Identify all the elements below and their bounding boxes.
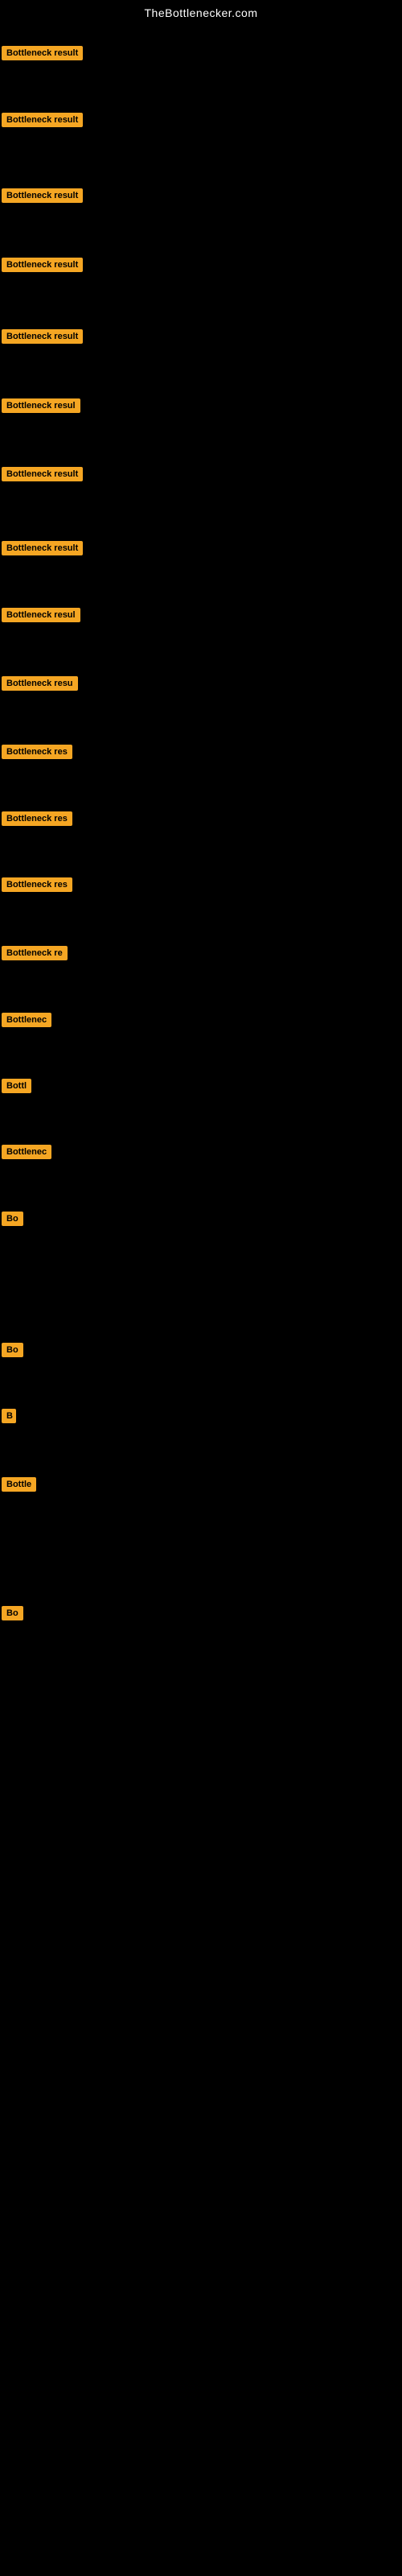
bottleneck-badge-text-14: Bottleneck re xyxy=(2,946,68,960)
bottleneck-badge-text-18: Bo xyxy=(2,1212,23,1226)
bottleneck-badge-21[interactable]: Bottle xyxy=(2,1477,36,1496)
bottleneck-badge-16[interactable]: Bottl xyxy=(2,1079,31,1097)
bottleneck-badge-text-7: Bottleneck result xyxy=(2,467,83,481)
bottleneck-badge-text-16: Bottl xyxy=(2,1079,31,1093)
bottleneck-badge-4[interactable]: Bottleneck result xyxy=(2,258,83,276)
bottleneck-badge-text-11: Bottleneck res xyxy=(2,745,72,759)
bottleneck-badge-22[interactable]: Bo xyxy=(2,1606,23,1624)
bottleneck-badge-8[interactable]: Bottleneck result xyxy=(2,541,83,559)
page-wrapper: TheBottlenecker.com Bottleneck result Bot… xyxy=(0,0,402,2576)
bottleneck-badge-1[interactable]: Bottleneck result xyxy=(2,46,83,64)
bottleneck-badge-5[interactable]: Bottleneck result xyxy=(2,329,83,348)
bottleneck-badge-text-15: Bottlenec xyxy=(2,1013,51,1027)
bottleneck-badge-13[interactable]: Bottleneck res xyxy=(2,877,72,896)
bottleneck-badge-text-4: Bottleneck result xyxy=(2,258,83,272)
bottleneck-badge-text-19: Bo xyxy=(2,1343,23,1357)
site-title: TheBottlenecker.com xyxy=(0,0,402,26)
bottleneck-badge-3[interactable]: Bottleneck result xyxy=(2,188,83,207)
bottleneck-badge-text-6: Bottleneck resul xyxy=(2,398,80,413)
bottleneck-badge-text-17: Bottlenec xyxy=(2,1145,51,1159)
bottleneck-badge-text-21: Bottle xyxy=(2,1477,36,1492)
bottleneck-badge-14[interactable]: Bottleneck re xyxy=(2,946,68,964)
bottleneck-badge-text-5: Bottleneck result xyxy=(2,329,83,344)
bottleneck-badge-6[interactable]: Bottleneck resul xyxy=(2,398,80,417)
bottleneck-badge-15[interactable]: Bottlenec xyxy=(2,1013,51,1031)
bottleneck-badge-text-1: Bottleneck result xyxy=(2,46,83,60)
bottleneck-badge-text-9: Bottleneck resul xyxy=(2,608,80,622)
bottleneck-badge-11[interactable]: Bottleneck res xyxy=(2,745,72,763)
bottleneck-badge-text-3: Bottleneck result xyxy=(2,188,83,203)
bottleneck-badge-18[interactable]: Bo xyxy=(2,1212,23,1230)
bottleneck-badge-text-12: Bottleneck res xyxy=(2,811,72,826)
bottleneck-badge-text-13: Bottleneck res xyxy=(2,877,72,892)
bottleneck-badge-17[interactable]: Bottlenec xyxy=(2,1145,51,1163)
bottleneck-badge-12[interactable]: Bottleneck res xyxy=(2,811,72,830)
bottleneck-badge-9[interactable]: Bottleneck resul xyxy=(2,608,80,626)
bottleneck-badge-7[interactable]: Bottleneck result xyxy=(2,467,83,485)
bottleneck-badge-10[interactable]: Bottleneck resu xyxy=(2,676,78,695)
bottleneck-badge-text-20: B xyxy=(2,1409,16,1423)
bottleneck-badge-text-22: Bo xyxy=(2,1606,23,1620)
bottleneck-badge-2[interactable]: Bottleneck result xyxy=(2,113,83,131)
bottleneck-badge-text-10: Bottleneck resu xyxy=(2,676,78,691)
bottleneck-badge-text-2: Bottleneck result xyxy=(2,113,83,127)
bottleneck-badge-19[interactable]: Bo xyxy=(2,1343,23,1361)
bottleneck-badge-text-8: Bottleneck result xyxy=(2,541,83,555)
bottleneck-badge-20[interactable]: B xyxy=(2,1409,16,1427)
